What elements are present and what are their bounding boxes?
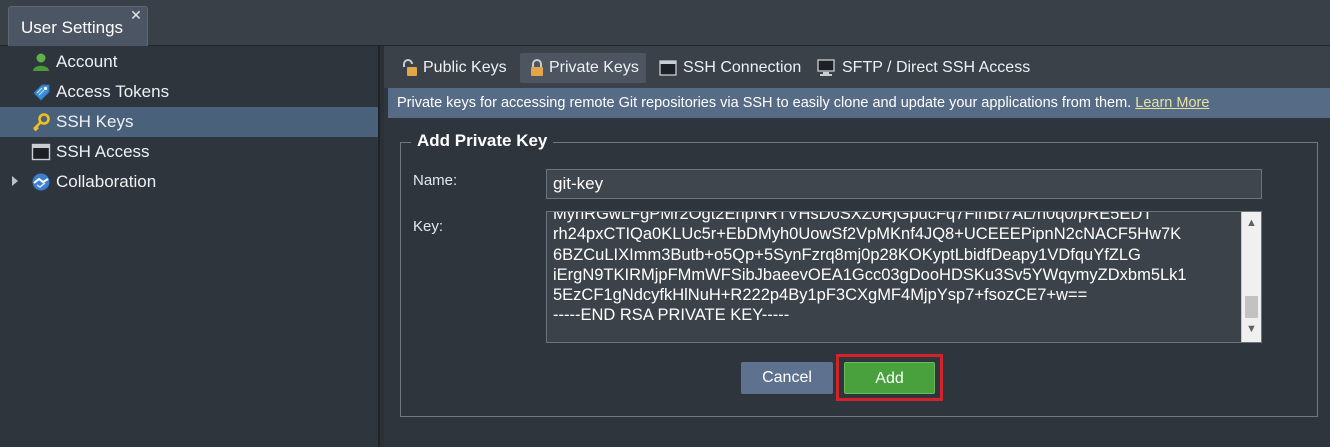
sidebar-item-account[interactable]: Account	[0, 47, 378, 77]
name-label: Name:	[413, 172, 458, 189]
key-line: 6BZCuLIXImm3Butb+o5Qp+5SynFzrq8mj0p28KOK…	[553, 245, 1141, 264]
tab-user-settings[interactable]: User Settings ✕	[8, 6, 148, 46]
tab-user-settings-label: User Settings	[21, 18, 124, 37]
tab-sftp-direct-ssh-access[interactable]: SFTP / Direct SSH Access	[809, 53, 1035, 83]
cancel-button[interactable]: Cancel	[741, 362, 833, 394]
handshake-icon	[32, 173, 50, 191]
add-private-key-fieldset: Add Private Key Name: Key: MyhRGwLFgPMr2…	[400, 131, 1318, 417]
settings-sidebar: Account Access Tokens SSH Keys SSH Acces…	[0, 46, 380, 447]
key-icon	[33, 113, 50, 132]
key-line: 5EzCF1gNdcyfkHlNuH+R222p4By1pF3CXgMF4Mjp…	[553, 286, 1088, 305]
add-button-highlight: Add	[836, 354, 943, 401]
tab-label: Private Keys	[549, 59, 639, 76]
key-line: -----END RSA PRIVATE KEY-----	[553, 306, 790, 325]
expand-arrow-icon[interactable]	[12, 176, 18, 186]
sidebar-item-collaboration[interactable]: Collaboration	[0, 167, 378, 197]
ssh-tabs-bar: Public Keys Private Keys SSH Connection …	[384, 46, 1330, 88]
tab-private-keys[interactable]: Private Keys	[520, 53, 646, 83]
sidebar-item-access-tokens[interactable]: Access Tokens	[0, 77, 378, 107]
key-content: MyhRGwLFgPMr2Ogt2EnpNRTVHsD0SXZ0RjGpucFq…	[553, 211, 1243, 326]
key-line: MyhRGwLFgPMr2Ogt2EnpNRTVHsD0SXZ0RjGpucFq…	[553, 211, 1153, 223]
tab-public-keys[interactable]: Public Keys	[393, 53, 513, 83]
lock-icon	[531, 59, 543, 76]
tab-label: Public Keys	[423, 59, 507, 76]
name-input[interactable]	[546, 169, 1262, 199]
ssh-keys-panel: Public Keys Private Keys SSH Connection …	[384, 46, 1330, 447]
key-scrollbar[interactable]: ▲ ▼	[1241, 212, 1261, 342]
scroll-down-icon[interactable]: ▼	[1246, 324, 1257, 335]
sidebar-item-label: Access Tokens	[56, 82, 170, 101]
sidebar-item-label: SSH Access	[56, 142, 150, 161]
sidebar-item-label: Collaboration	[56, 172, 157, 191]
info-text-wrap: Private keys for accessing remote Git re…	[397, 95, 1209, 111]
scrollbar-thumb[interactable]	[1245, 296, 1258, 318]
close-icon[interactable]: ✕	[129, 8, 143, 22]
user-icon	[33, 53, 49, 71]
open-lock-icon	[403, 59, 417, 76]
fieldset-legend: Add Private Key	[411, 131, 554, 151]
sidebar-item-label: Account	[56, 52, 118, 71]
tab-label: SSH Connection	[683, 59, 802, 76]
key-label: Key:	[413, 218, 444, 235]
tab-ssh-connection[interactable]: SSH Connection	[651, 53, 801, 83]
token-tag-icon	[33, 84, 50, 101]
tab-label: SFTP / Direct SSH Access	[842, 59, 1031, 76]
info-description: Private keys for accessing remote Git re…	[397, 95, 1132, 111]
computer-icon	[817, 59, 835, 76]
sidebar-item-label: SSH Keys	[56, 112, 134, 131]
terminal-window-icon	[659, 60, 677, 76]
sidebar-item-ssh-keys[interactable]: SSH Keys	[0, 107, 378, 137]
key-line: rh24pxCTIQa0KLUc5r+EbDMyh0UowSf2VpMKnf4J…	[553, 225, 1182, 244]
info-banner: Private keys for accessing remote Git re…	[388, 88, 1330, 118]
scroll-up-icon[interactable]: ▲	[1246, 218, 1257, 229]
key-line: iErgN9TKIRMjpFMmWFSibJbaeevOEA1Gcc03gDoo…	[553, 265, 1187, 284]
learn-more-link[interactable]: Learn More	[1135, 95, 1209, 111]
terminal-window-icon	[31, 143, 51, 161]
key-textarea[interactable]: MyhRGwLFgPMr2Ogt2EnpNRTVHsD0SXZ0RjGpucFq…	[546, 211, 1262, 343]
add-button[interactable]: Add	[844, 362, 935, 394]
sidebar-item-ssh-access[interactable]: SSH Access	[0, 137, 378, 167]
window-tab-bar: User Settings ✕	[0, 0, 1330, 46]
